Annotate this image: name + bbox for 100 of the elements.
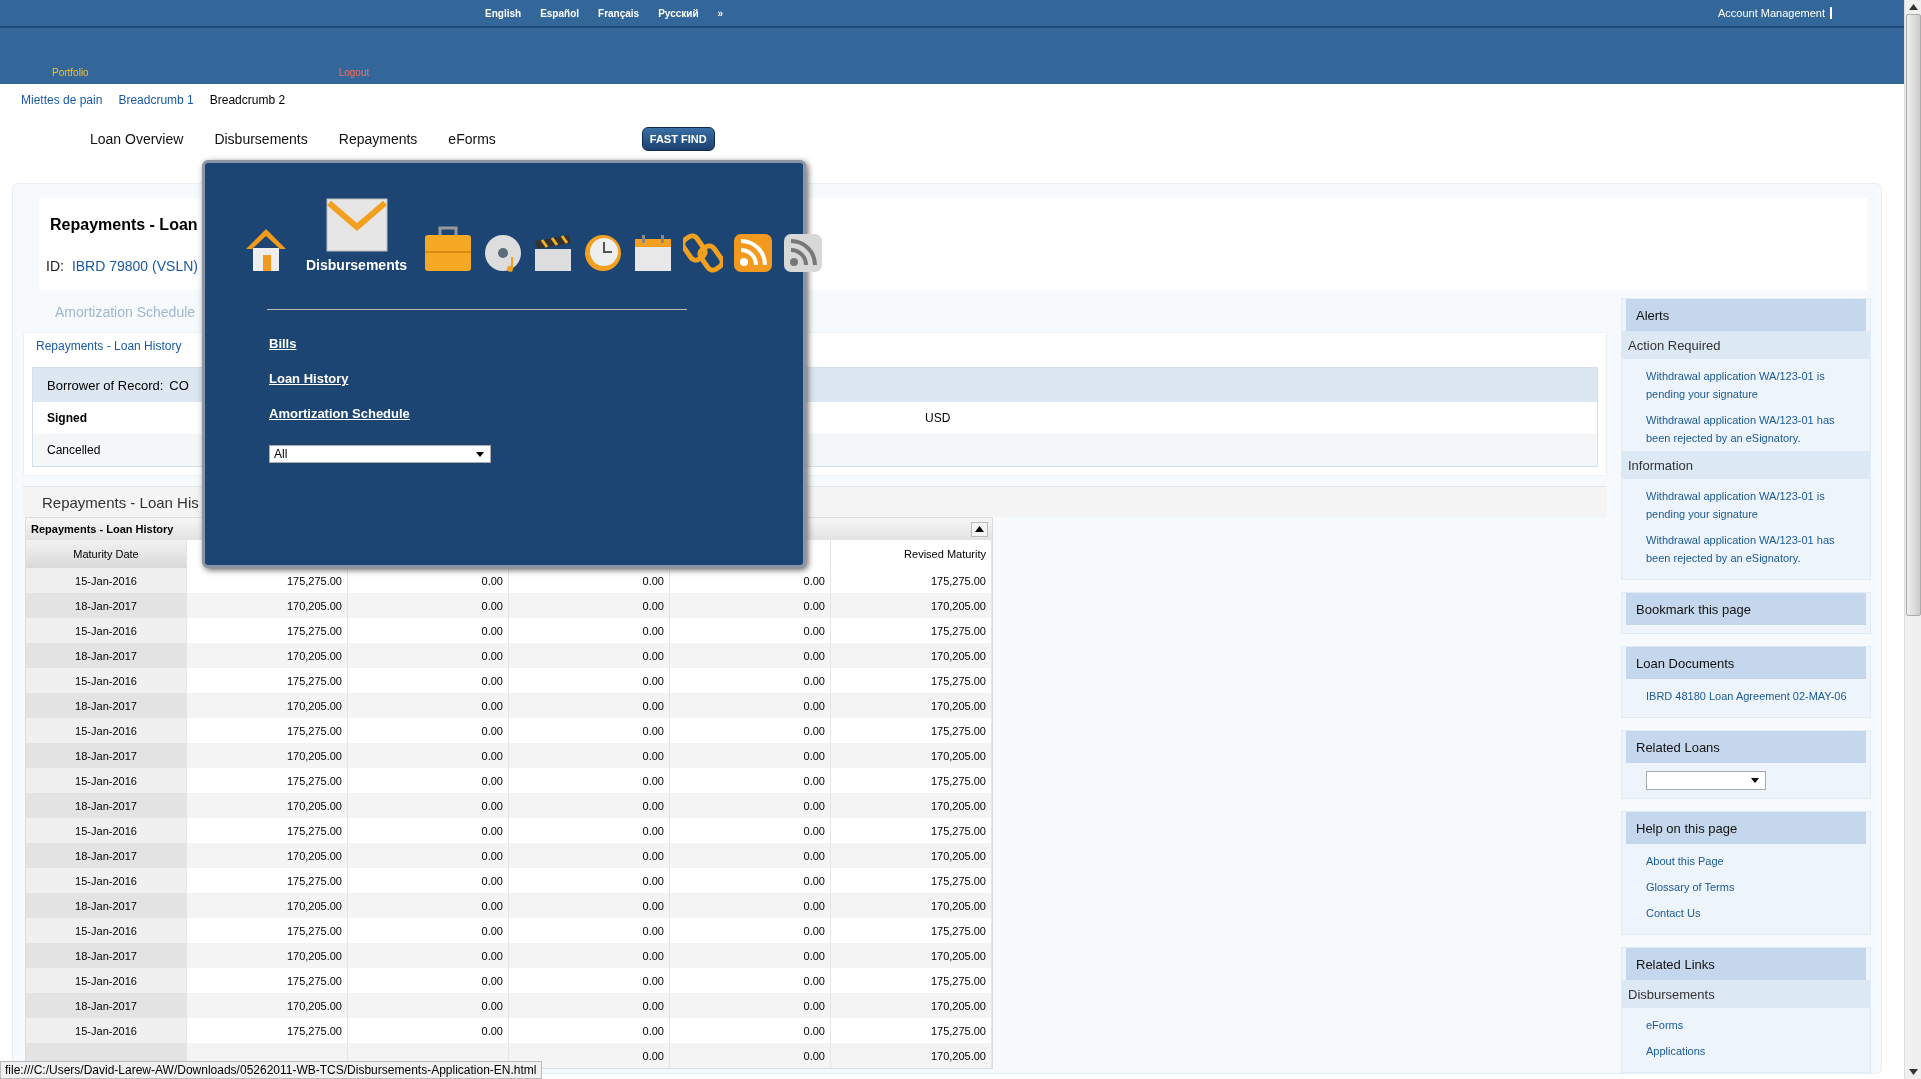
scrollbar[interactable] <box>1904 0 1921 1079</box>
table-cell: 0.00 <box>670 993 831 1018</box>
id-label: ID: <box>46 258 64 274</box>
rss-icon[interactable] <box>783 233 824 273</box>
clock-icon[interactable] <box>583 233 624 273</box>
table-cell: 15-Jan-2016 <box>26 718 187 743</box>
dropdown-icon <box>476 451 484 457</box>
table-cell: 0.00 <box>670 743 831 768</box>
disc-icon[interactable] <box>483 233 524 273</box>
borrower-value: CO <box>169 377 189 393</box>
sidebar-link[interactable]: Applications <box>1646 1042 1860 1060</box>
column-header[interactable]: Maturity Date <box>26 540 187 568</box>
loan-id-link[interactable]: IBRD 79800 (VSLN) <box>71 258 198 274</box>
filter-select[interactable]: All <box>269 445 491 463</box>
table-cell: 170,205.00 <box>831 1043 992 1068</box>
borrower-label: Borrower of Record: <box>47 377 164 393</box>
table-cell: 0.00 <box>509 693 670 718</box>
calendar-icon[interactable] <box>633 233 674 273</box>
sidebar-link[interactable]: eForms <box>1646 1016 1860 1034</box>
envelope-icon[interactable] <box>324 197 389 253</box>
table-cell: 18-Jan-2017 <box>26 793 187 818</box>
panel-title: Related Links <box>1636 956 1715 972</box>
dropdown-icon <box>1751 778 1759 783</box>
sidebar-link[interactable]: About this Page <box>1646 852 1860 870</box>
table-cell: 15-Jan-2016 <box>26 668 187 693</box>
table-cell: 170,205.00 <box>187 843 348 868</box>
table-cell: 0.00 <box>670 593 831 618</box>
sidebar-link[interactable]: Withdrawal application WA/123-01 has been rejected by an eSignatory. <box>1646 531 1860 567</box>
table-cell: 0.00 <box>348 743 509 768</box>
sidebar-link[interactable]: IBRD 48180 Loan Agreement 02-MAY-06 <box>1646 687 1860 705</box>
table-cell: 0.00 <box>348 943 509 968</box>
collapse-button[interactable] <box>971 521 988 537</box>
table-cell: 18-Jan-2017 <box>26 593 187 618</box>
table-cell: 0.00 <box>348 793 509 818</box>
table-cell: 0.00 <box>509 793 670 818</box>
table-cell: 170,205.00 <box>831 993 992 1018</box>
language-link[interactable]: English <box>485 7 522 19</box>
table-cell: 0.00 <box>509 593 670 618</box>
table-cell: 170,205.00 <box>187 593 348 618</box>
sidebar-link[interactable]: Contact Us <box>1646 904 1860 922</box>
table-cell: 0.00 <box>348 993 509 1018</box>
table-cell: 0.00 <box>509 993 670 1018</box>
scroll-up-icon[interactable] <box>1908 4 1918 10</box>
account-management-link[interactable]: Account Management <box>1718 7 1832 19</box>
table-cell: 18-Jan-2017 <box>26 743 187 768</box>
sidebar-link[interactable]: Glossary of Terms <box>1646 878 1860 896</box>
table-cell: 0.00 <box>670 943 831 968</box>
breadcrumb-item[interactable]: Breadcrumb 1 <box>118 93 194 117</box>
sidebar-link[interactable]: Withdrawal application WA/123-01 is pending your signature <box>1646 487 1860 523</box>
table-cell: 0.00 <box>509 843 670 868</box>
rss-icon[interactable] <box>733 233 774 273</box>
menu-link[interactable]: Bills <box>269 336 297 351</box>
table-cell: 18-Jan-2017 <box>26 693 187 718</box>
section-link[interactable]: Repayments - Loan History <box>36 339 182 353</box>
table-title: Repayments - Loan History <box>31 523 174 535</box>
scroll-thumb[interactable] <box>1905 14 1921 616</box>
panel-title: Related Loans <box>1636 739 1720 755</box>
sidebar-link[interactable]: Withdrawal application WA/123-01 is pending your signature <box>1646 367 1860 403</box>
table-cell: 15-Jan-2016 <box>26 968 187 993</box>
table-cell: 170,205.00 <box>831 893 992 918</box>
page-title: Repayments - Loan <box>50 216 198 234</box>
clapperboard-icon[interactable] <box>533 233 574 273</box>
language-link[interactable]: Español <box>540 7 580 19</box>
nav-tab[interactable]: Repayments <box>338 131 418 147</box>
table-cell: 0.00 <box>670 693 831 718</box>
table-cell: 18-Jan-2017 <box>26 643 187 668</box>
table-cell: 0.00 <box>509 893 670 918</box>
menu-link[interactable]: Amortization Schedule <box>269 406 410 421</box>
more-languages-link[interactable]: » <box>717 7 724 19</box>
nav-tab[interactable]: eForms <box>448 131 496 147</box>
table-cell: 0.00 <box>509 643 670 668</box>
table-cell: 0.00 <box>670 793 831 818</box>
scroll-down-icon[interactable] <box>1908 1069 1918 1075</box>
table-cell: 170,205.00 <box>831 593 992 618</box>
table-cell: 0.00 <box>348 843 509 868</box>
table-cell: 170,205.00 <box>831 643 992 668</box>
fast-find-button[interactable]: FAST FIND <box>641 127 715 151</box>
sidebar-link[interactable]: Withdrawal application WA/123-01 has been rejected by an eSignatory. <box>1646 411 1860 447</box>
table-cell: 0.00 <box>348 643 509 668</box>
panel-title: Alerts <box>1636 307 1670 323</box>
chain-link-icon[interactable] <box>683 233 724 273</box>
field-label: Cancelled <box>47 443 101 457</box>
table-cell: 0.00 <box>670 643 831 668</box>
table-cell: 0.00 <box>670 843 831 868</box>
table-cell: 170,205.00 <box>187 693 348 718</box>
table-cell: 15-Jan-2016 <box>26 818 187 843</box>
field-label: Signed <box>47 411 87 425</box>
language-link[interactable]: Français <box>598 7 640 19</box>
language-link[interactable]: Русский <box>658 7 699 19</box>
table-cell: 170,205.00 <box>187 643 348 668</box>
portfolio-link[interactable]: Portfolio <box>52 67 89 78</box>
breadcrumb-item[interactable]: Breadcrumb 2 <box>209 93 286 117</box>
menu-link[interactable]: Loan History <box>269 371 349 386</box>
nav-tab[interactable]: Loan Overview <box>90 131 184 147</box>
table-cell: 15-Jan-2016 <box>26 1018 187 1043</box>
group-title: Information <box>1628 457 1694 473</box>
table-cell: 15-Jan-2016 <box>26 868 187 893</box>
breadcrumb-item[interactable]: Miettes de pain <box>21 93 103 117</box>
nav-tab[interactable]: Disbursements <box>214 131 308 147</box>
group-title: Action Required <box>1628 337 1721 353</box>
